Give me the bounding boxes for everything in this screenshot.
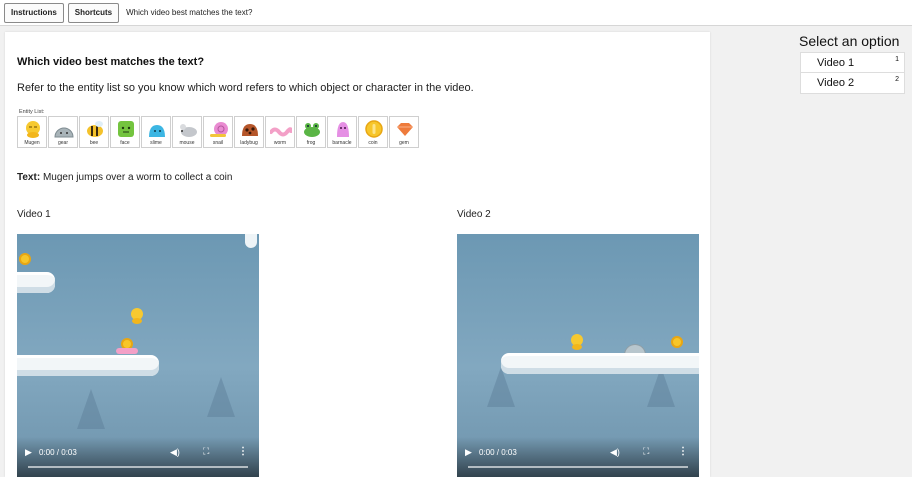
platform-sprite	[17, 355, 159, 376]
video-1-player[interactable]: ▶ 0:00 / 0:03 ◀) ⛶ ⋮	[17, 234, 259, 477]
face-icon	[118, 121, 134, 137]
entity-name: gem	[399, 140, 409, 146]
option-label: Video 1	[817, 57, 855, 69]
video-controls: ▶ 0:00 / 0:03 ◀) ⛶ ⋮	[17, 437, 259, 477]
entity-worm: worm	[265, 116, 295, 148]
platform-sprite	[17, 272, 55, 293]
option-shortcut: 2	[895, 76, 899, 83]
barnacle-icon	[337, 122, 349, 137]
top-bar: Instructions Shortcuts Which video best …	[0, 0, 912, 26]
more-options-icon[interactable]: ⋮	[238, 446, 248, 457]
entity-name: ladybug	[240, 140, 258, 146]
instruction-text: Refer to the entity list so you know whi…	[17, 82, 474, 94]
video-time: 0:00 / 0:03	[479, 448, 517, 457]
entity-bee: bee	[79, 116, 109, 148]
mugen-sprite	[131, 308, 143, 324]
entity-barnacle: barnacle	[327, 116, 357, 148]
entity-name: gear	[57, 140, 68, 146]
text-label: Text:	[17, 172, 41, 183]
icicle-shape	[245, 234, 257, 248]
video-time: 0:00 / 0:03	[39, 448, 77, 457]
play-icon[interactable]: ▶	[25, 447, 32, 458]
task-panel: Which video best matches the text? Refer…	[5, 32, 710, 477]
worm-sprite	[116, 348, 138, 354]
entity-name: coin	[368, 140, 378, 146]
video-1-label: Video 1	[17, 209, 51, 220]
snail-icon	[210, 122, 228, 137]
entity-mouse: mouse	[172, 116, 202, 148]
video-2-label: Video 2	[457, 209, 491, 220]
progress-bar[interactable]	[468, 466, 688, 468]
gear-icon	[54, 127, 74, 138]
worm-icon	[270, 127, 292, 137]
coin-sprite	[671, 336, 683, 348]
question-heading: Which video best matches the text?	[17, 56, 205, 68]
gem-icon	[397, 123, 413, 136]
progress-bar[interactable]	[28, 466, 248, 468]
bee-icon	[87, 121, 103, 137]
option-list: Video 1 1 Video 2 2	[800, 52, 905, 94]
entity-list: Mugen gear bee face slime mouse snail la…	[17, 116, 419, 148]
select-option-title: Select an option	[799, 33, 900, 49]
entity-name: frog	[306, 140, 316, 146]
platform-sprite	[501, 353, 699, 374]
entity-name: mouse	[179, 140, 195, 146]
text-value: Mugen jumps over a worm to collect a coi…	[42, 172, 233, 183]
entity-gem: gem	[389, 116, 419, 148]
option-label: Video 2	[817, 77, 855, 89]
option-shortcut: 1	[895, 56, 899, 63]
option-video-2[interactable]: Video 2 2	[800, 73, 905, 94]
volume-icon[interactable]: ◀)	[170, 447, 180, 458]
entity-face: face	[110, 116, 140, 148]
entity-coin: coin	[358, 116, 388, 148]
entity-name: slime	[150, 140, 162, 146]
fullscreen-icon[interactable]: ⛶	[203, 446, 209, 457]
coin-icon	[365, 120, 383, 138]
entity-name: bee	[89, 140, 99, 146]
entity-slime: slime	[141, 116, 171, 148]
entity-mugen: Mugen	[17, 116, 47, 148]
tree-shape	[207, 377, 235, 417]
mouse-icon	[180, 124, 197, 137]
more-options-icon[interactable]: ⋮	[678, 446, 688, 457]
entity-list-label: Entity List:	[19, 109, 45, 115]
mugen-icon	[26, 121, 40, 138]
shortcuts-button[interactable]: Shortcuts	[67, 2, 120, 23]
mugen-sprite	[571, 334, 583, 350]
fullscreen-icon[interactable]: ⛶	[643, 446, 649, 457]
ladybug-icon	[242, 124, 258, 136]
slime-icon	[149, 125, 165, 137]
entity-name: worm	[273, 140, 287, 146]
text-prompt: Text: Mugen jumps over a worm to collect…	[17, 172, 232, 183]
entity-ladybug: ladybug	[234, 116, 264, 148]
entity-frog: frog	[296, 116, 326, 148]
entity-name: barnacle	[332, 140, 352, 146]
entity-name: Mugen	[24, 140, 40, 146]
instructions-button[interactable]: Instructions	[4, 2, 64, 23]
entity-gear: gear	[48, 116, 78, 148]
play-icon[interactable]: ▶	[465, 447, 472, 458]
frog-icon	[304, 123, 320, 137]
video-2-player[interactable]: ▶ 0:00 / 0:03 ◀) ⛶ ⋮	[457, 234, 699, 477]
tree-shape	[77, 389, 105, 429]
entity-snail: snail	[203, 116, 233, 148]
option-video-1[interactable]: Video 1 1	[800, 52, 905, 73]
entity-name: face	[120, 140, 130, 146]
volume-icon[interactable]: ◀)	[610, 447, 620, 458]
task-title: Which video best matches the text?	[126, 8, 253, 17]
entity-name: snail	[212, 140, 224, 146]
video-controls: ▶ 0:00 / 0:03 ◀) ⛶ ⋮	[457, 437, 699, 477]
coin-sprite	[19, 253, 31, 265]
